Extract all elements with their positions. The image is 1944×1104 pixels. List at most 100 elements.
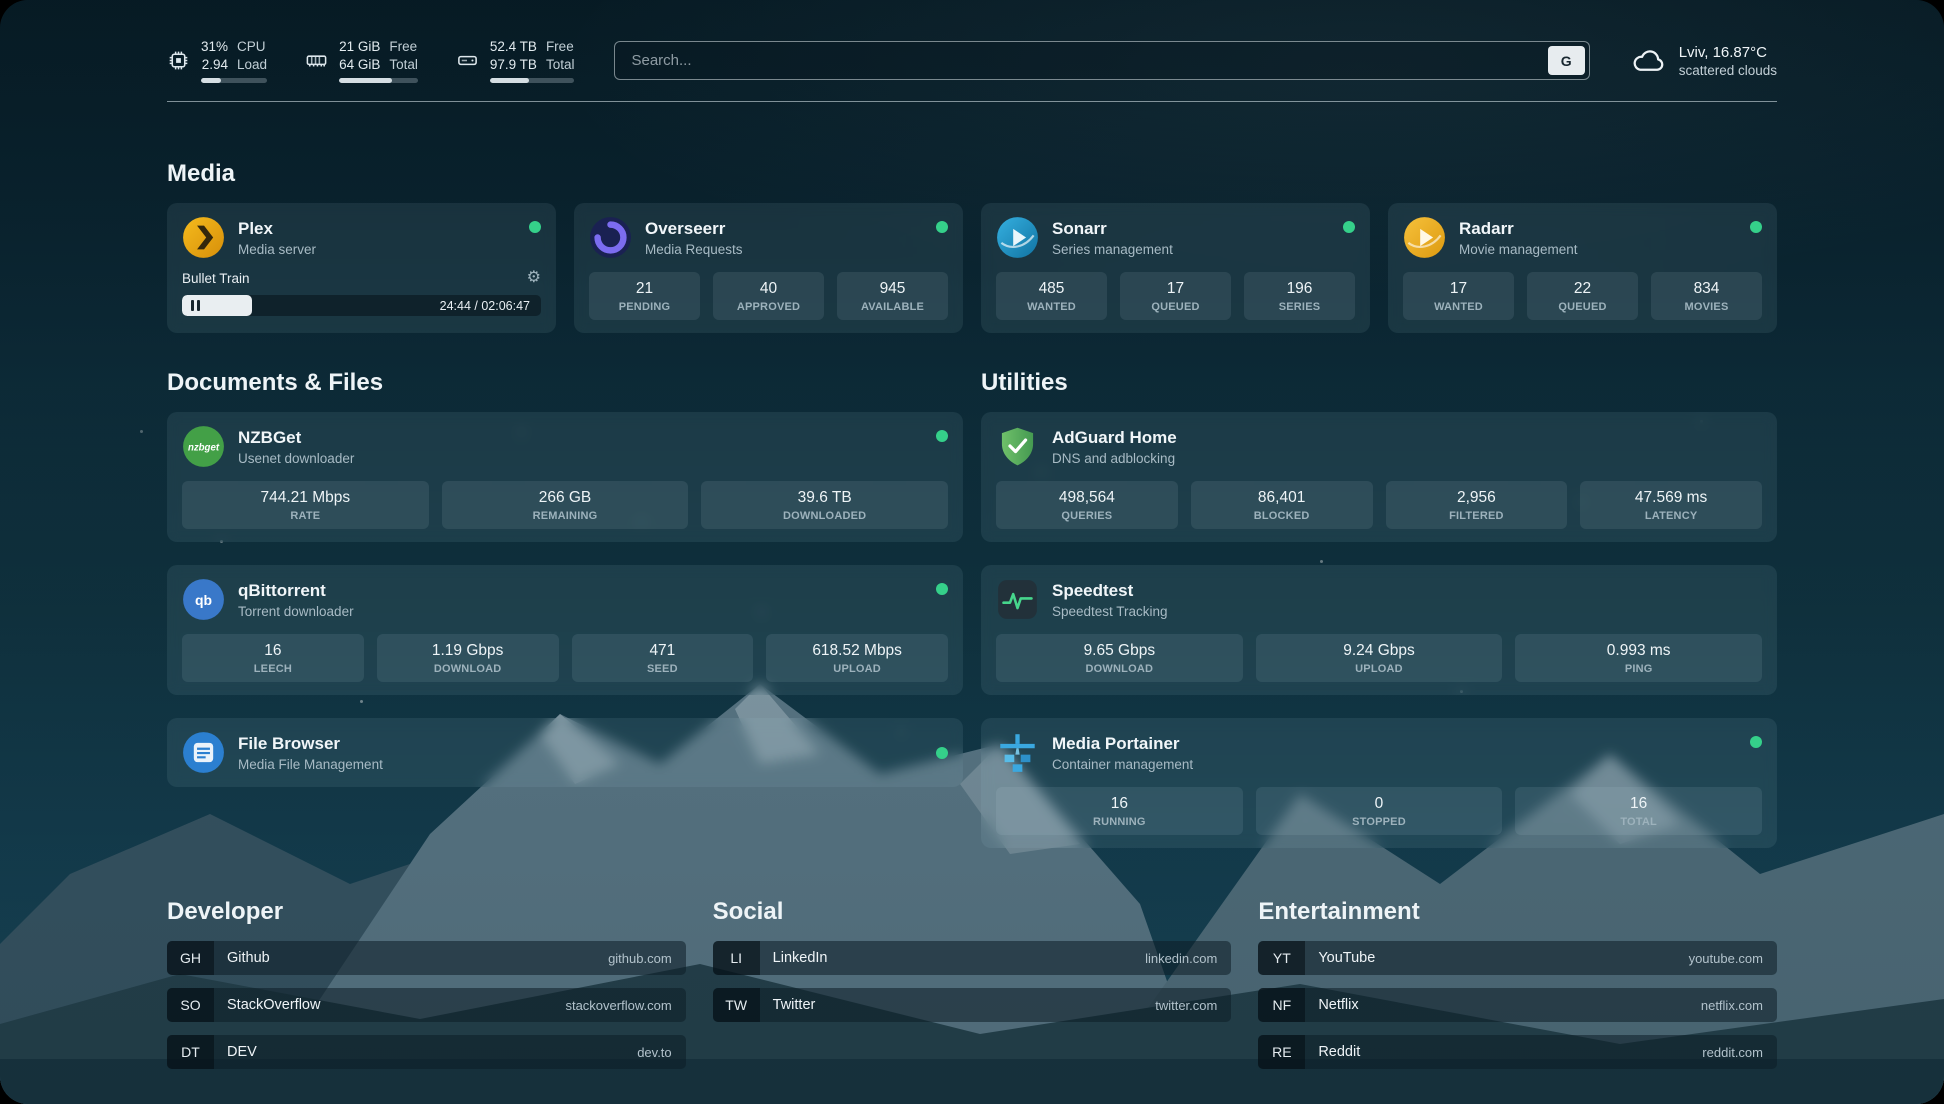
card-adguard: AdGuard Home DNS and adblocking 498,564 … [981, 412, 1777, 542]
stat-value: 17 [1407, 280, 1510, 298]
stat-label: REMAINING [446, 510, 685, 522]
memory-free-label: Free [389, 38, 417, 56]
service-description: Speedtest Tracking [1052, 604, 1168, 619]
bookmark-row-netflix[interactable]: NF Netflix netflix.com [1258, 988, 1777, 1022]
stat-value: 40 [717, 280, 820, 298]
status-dot [1343, 221, 1355, 233]
header: 31% 2.94 CPU Load [167, 38, 1777, 83]
stat-queries: 498,564 QUERIES [996, 481, 1178, 529]
service-name: Speedtest [1052, 580, 1168, 601]
bookmark-name: Netflix [1318, 997, 1358, 1013]
service-description: DNS and adblocking [1052, 451, 1177, 466]
radarr-app-link[interactable]: Radarr Movie management [1403, 216, 1762, 259]
stat-value: 196 [1248, 280, 1351, 298]
status-dot [936, 221, 948, 233]
disk-progress-bar [490, 78, 575, 83]
stat-value: 0.993 ms [1519, 642, 1758, 660]
bookmark-url: dev.to [637, 1045, 671, 1060]
stat-rate: 744.21 Mbps RATE [182, 481, 429, 529]
filebrowser-app-link[interactable]: File Browser Media File Management [182, 731, 948, 774]
memory-widget: 21 GiB 64 GiB Free Total [305, 38, 418, 83]
stat-label: LEECH [186, 663, 360, 675]
settings-gear-icon[interactable]: ⚙ [527, 270, 541, 286]
stat-label: FILTERED [1390, 510, 1564, 522]
stat-label: UPLOAD [1260, 663, 1499, 675]
stat-queued: 17 QUEUED [1120, 272, 1231, 320]
bookmark-abbr: YT [1258, 941, 1305, 975]
adguard-shield-icon [996, 425, 1039, 468]
stat-download: 9.65 Gbps DOWNLOAD [996, 634, 1243, 682]
stat-value: 498,564 [1000, 489, 1174, 507]
bookmark-row-twitter[interactable]: TW Twitter twitter.com [713, 988, 1232, 1022]
section-title-entertainment: Entertainment [1258, 898, 1777, 926]
qbittorrent-app-link[interactable]: qb qBittorrent Torrent downloader [182, 578, 948, 621]
bookmark-row-dev[interactable]: DT DEV dev.to [167, 1035, 686, 1069]
memory-progress-bar [339, 78, 418, 83]
qbittorrent-icon: qb [182, 578, 225, 621]
stat-label: QUERIES [1000, 510, 1174, 522]
stat-label: DOWNLOAD [1000, 663, 1239, 675]
bookmark-row-youtube[interactable]: YT YouTube youtube.com [1258, 941, 1777, 975]
stat-download: 1.19 Gbps DOWNLOAD [377, 634, 559, 682]
stat-label: BLOCKED [1195, 510, 1369, 522]
stat-label: LATENCY [1584, 510, 1758, 522]
section-title-developer: Developer [167, 898, 686, 926]
stat-label: AVAILABLE [841, 301, 944, 313]
bookmark-name: YouTube [1318, 950, 1375, 966]
bookmark-row-stackoverflow[interactable]: SO StackOverflow stackoverflow.com [167, 988, 686, 1022]
search-input[interactable] [619, 52, 1547, 69]
search-provider-button[interactable]: G [1548, 46, 1585, 75]
bookmark-row-github[interactable]: GH Github github.com [167, 941, 686, 975]
pause-button[interactable] [191, 300, 200, 311]
memory-free: 21 GiB [339, 38, 380, 56]
service-description: Usenet downloader [238, 451, 354, 466]
card-radarr: Radarr Movie management 17 WANTED 22 QUE… [1388, 203, 1777, 333]
ram-icon [305, 49, 328, 72]
nzbget-icon: nzbget [182, 425, 225, 468]
speedtest-app-link[interactable]: Speedtest Speedtest Tracking [996, 578, 1762, 621]
header-divider [167, 101, 1777, 102]
stat-label: APPROVED [717, 301, 820, 313]
bookmark-abbr: RE [1258, 1035, 1305, 1069]
sonarr-icon [996, 216, 1039, 259]
card-overseerr: Overseerr Media Requests 21 PENDING 40 A… [574, 203, 963, 333]
stat-value: 471 [576, 642, 750, 660]
memory-total-label: Total [389, 56, 418, 74]
status-dot [936, 583, 948, 595]
disk-total: 97.9 TB [490, 56, 537, 74]
bookmark-row-reddit[interactable]: RE Reddit reddit.com [1258, 1035, 1777, 1069]
stat-series: 196 SERIES [1244, 272, 1355, 320]
stat-stopped: 0 STOPPED [1256, 787, 1503, 835]
stat-value: 618.52 Mbps [770, 642, 944, 660]
stat-pending: 21 PENDING [589, 272, 700, 320]
stat-label: STOPPED [1260, 816, 1499, 828]
stat-running: 16 RUNNING [996, 787, 1243, 835]
service-description: Torrent downloader [238, 604, 354, 619]
bookmark-row-linkedin[interactable]: LI LinkedIn linkedin.com [713, 941, 1232, 975]
service-name: Plex [238, 218, 316, 239]
stat-downloaded: 39.6 TB DOWNLOADED [701, 481, 948, 529]
service-description: Media File Management [238, 757, 383, 772]
radarr-icon [1403, 216, 1446, 259]
plex-app-link[interactable]: Plex Media server [182, 216, 541, 259]
stat-value: 17 [1124, 280, 1227, 298]
portainer-app-link[interactable]: Media Portainer Container management [996, 731, 1762, 774]
weather-widget: Lviv, 16.87°C scattered clouds [1630, 43, 1777, 78]
service-name: Sonarr [1052, 218, 1173, 239]
adguard-app-link[interactable]: AdGuard Home DNS and adblocking [996, 425, 1762, 468]
bookmark-url: linkedin.com [1145, 951, 1217, 966]
service-description: Series management [1052, 242, 1173, 257]
section-title-utilities: Utilities [981, 369, 1777, 397]
bookmark-name: Reddit [1318, 1044, 1360, 1060]
overseerr-app-link[interactable]: Overseerr Media Requests [589, 216, 948, 259]
bookmark-group-entertainment: Entertainment YT YouTube youtube.com NF … [1258, 898, 1777, 1082]
nzbget-app-link[interactable]: nzbget NZBGet Usenet downloader [182, 425, 948, 468]
stat-label: TOTAL [1519, 816, 1758, 828]
speedtest-icon [996, 578, 1039, 621]
service-description: Movie management [1459, 242, 1578, 257]
stat-available: 945 AVAILABLE [837, 272, 948, 320]
documents-column: Documents & Files nzbget [167, 333, 963, 787]
sonarr-app-link[interactable]: Sonarr Series management [996, 216, 1355, 259]
service-description: Media Requests [645, 242, 743, 257]
stat-upload: 9.24 Gbps UPLOAD [1256, 634, 1503, 682]
